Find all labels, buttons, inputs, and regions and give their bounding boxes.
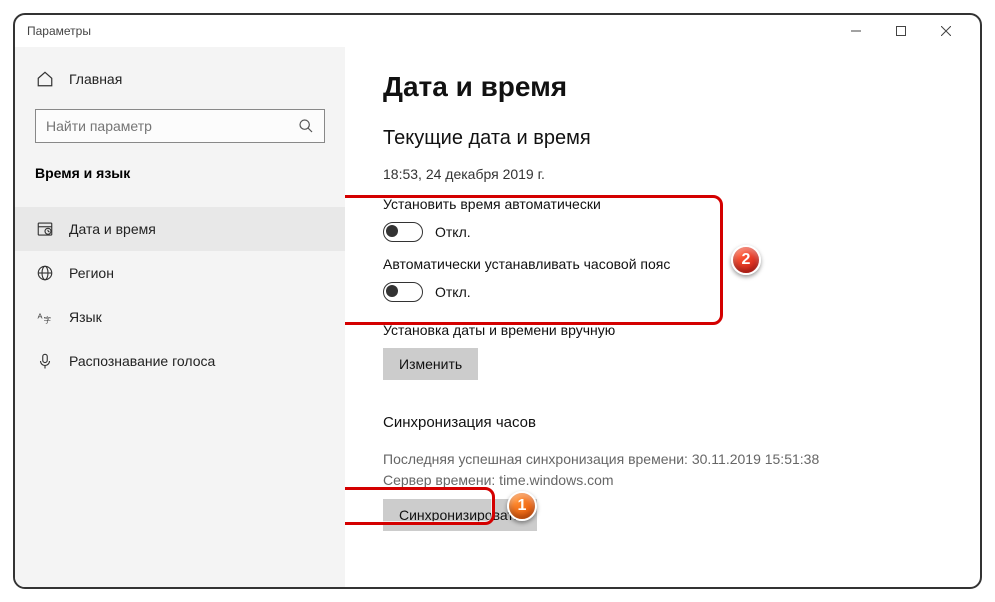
page-title: Дата и время <box>383 71 942 103</box>
nav-item-label: Распознавание голоса <box>69 353 215 369</box>
callout-2: 2 <box>731 245 761 275</box>
nav-date-time[interactable]: Дата и время <box>15 207 345 251</box>
search-input[interactable] <box>46 118 290 134</box>
language-icon: A字 <box>35 307 55 327</box>
svg-text:A: A <box>38 312 43 321</box>
manual-set-label: Установка даты и времени вручную <box>383 322 942 338</box>
auto-time-state: Откл. <box>435 224 471 240</box>
time-server-text: Сервер времени: time.windows.com <box>383 470 942 491</box>
nav-item-label: Язык <box>69 309 102 325</box>
auto-tz-toggle[interactable] <box>383 282 423 302</box>
svg-text:字: 字 <box>44 314 52 324</box>
nav-item-label: Дата и время <box>69 221 156 237</box>
calendar-clock-icon <box>35 219 55 239</box>
search-icon <box>298 118 314 134</box>
current-datetime-value: 18:53, 24 декабря 2019 г. <box>383 166 942 182</box>
home-link[interactable]: Главная <box>15 59 345 99</box>
minimize-button[interactable] <box>833 15 878 47</box>
section-current-datetime: Текущие дата и время <box>383 127 942 150</box>
auto-tz-label: Автоматически устанавливать часовой пояс <box>383 256 942 272</box>
microphone-icon <box>35 351 55 371</box>
close-button[interactable] <box>923 15 968 47</box>
home-label: Главная <box>69 71 122 87</box>
window-controls <box>833 15 968 47</box>
main-content: Дата и время Текущие дата и время 18:53,… <box>345 47 980 587</box>
nav-language[interactable]: A字 Язык <box>15 295 345 339</box>
auto-time-toggle[interactable] <box>383 222 423 242</box>
maximize-button[interactable] <box>878 15 923 47</box>
window-title: Параметры <box>27 24 91 38</box>
callout-1: 1 <box>507 491 537 521</box>
sidebar-section: Время и язык <box>15 157 345 195</box>
home-icon <box>35 69 55 89</box>
nav-speech[interactable]: Распознавание голоса <box>15 339 345 383</box>
change-button[interactable]: Изменить <box>383 348 478 380</box>
globe-icon <box>35 263 55 283</box>
nav-region[interactable]: Регион <box>15 251 345 295</box>
nav-item-label: Регион <box>69 265 114 281</box>
last-sync-text: Последняя успешная синхронизация времени… <box>383 449 942 470</box>
sync-heading: Синхронизация часов <box>383 414 942 431</box>
auto-tz-state: Откл. <box>435 284 471 300</box>
sidebar: Главная Время и язык Дата и время <box>15 47 345 587</box>
settings-window: Параметры Главная <box>13 13 982 589</box>
auto-time-label: Установить время автоматически <box>383 196 942 212</box>
search-box[interactable] <box>35 109 325 143</box>
titlebar: Параметры <box>15 15 980 47</box>
